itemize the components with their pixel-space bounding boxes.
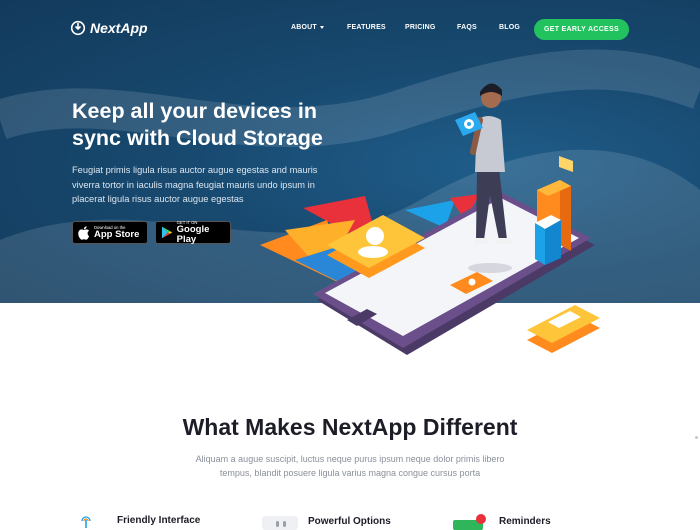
nav-item-label: BLOG — [499, 24, 521, 31]
user-avatar-body — [358, 246, 388, 258]
bar-blue-side — [535, 223, 545, 265]
app-store-big-label: App Store — [94, 229, 140, 240]
person-shadow — [468, 263, 512, 273]
nav-item-blog[interactable]: BLOG — [499, 24, 520, 31]
nav-item-label: PRICING — [405, 24, 436, 31]
nav-item-label: FEATURES — [347, 24, 386, 31]
app-store-text: Download on the App Store — [94, 225, 139, 240]
mail-icon-small — [559, 156, 573, 172]
feature-label: Friendly Interface — [117, 514, 201, 526]
person-shoe-right — [497, 238, 511, 244]
hero-illustration — [260, 83, 600, 355]
google-play-button[interactable]: GET IT ON Google Play — [155, 220, 231, 245]
section-title: What Makes NextApp Different — [182, 414, 518, 440]
feature-label: Powerful Options — [308, 515, 391, 527]
nav-item-faqs[interactable]: FAQS — [457, 24, 477, 31]
google-play-big-label: Google Play — [176, 224, 210, 245]
feature-label: Reminders — [499, 515, 551, 527]
options-icon — [262, 516, 298, 530]
feature-friendly-interface: Friendly Interface — [78, 512, 200, 528]
user-avatar-icon — [366, 227, 384, 245]
finger-tap-icon — [81, 516, 91, 528]
feature-powerful-options: Powerful Options — [262, 512, 391, 530]
nav-item-features[interactable]: FEATURES — [347, 24, 386, 31]
nav-item-about[interactable]: ABOUT — [291, 24, 324, 31]
nav-item-label: ABOUT — [291, 24, 317, 31]
apple-icon — [78, 225, 90, 240]
google-play-icon — [161, 226, 173, 239]
google-play-text: GET IT ON Google Play — [177, 220, 230, 245]
nav-item-pricing[interactable]: PRICING — [405, 24, 436, 31]
chevron-down-icon — [319, 26, 324, 29]
get-early-access-button[interactable]: GET EARLY ACCESS — [534, 19, 629, 40]
person-shoe-left — [474, 238, 488, 244]
gear-icon-center — [467, 122, 471, 126]
bar-orange-face — [560, 180, 571, 251]
toggle-dot — [468, 278, 476, 286]
app-store-button[interactable]: Download on the App Store — [72, 221, 148, 244]
feature-reminders: Reminders — [453, 512, 551, 530]
reminder-icon — [453, 514, 486, 530]
section-description: Aliquam a augue suscipit, luctus neque p… — [195, 454, 505, 478]
nav-item-label: FAQS — [457, 24, 477, 31]
scroll-indicator — [695, 436, 698, 439]
